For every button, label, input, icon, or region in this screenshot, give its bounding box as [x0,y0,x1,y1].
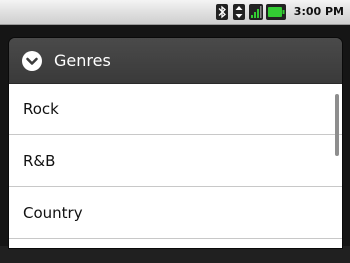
data-icon [232,4,246,20]
status-bar: 3:00 PM [0,0,350,25]
genre-list: Rock R&B Country [9,84,342,248]
dialog-title: Genres [54,51,111,70]
status-time: 3:00 PM [293,5,344,18]
background-bar [0,246,350,263]
list-scrollbar[interactable] [335,94,339,156]
bluetooth-icon [215,4,229,20]
status-icons: 3:00 PM [215,3,344,21]
circle-chevron-down-icon [21,50,43,72]
battery-icon [265,4,286,20]
list-item-r-and-b[interactable]: R&B [9,136,342,187]
genres-dialog: Genres Rock R&B Country [9,38,342,248]
list-item-rock[interactable]: Rock [9,84,342,135]
dialog-header: Genres [9,38,342,84]
signal-icon [248,4,263,20]
list-item-country[interactable]: Country [9,188,342,239]
